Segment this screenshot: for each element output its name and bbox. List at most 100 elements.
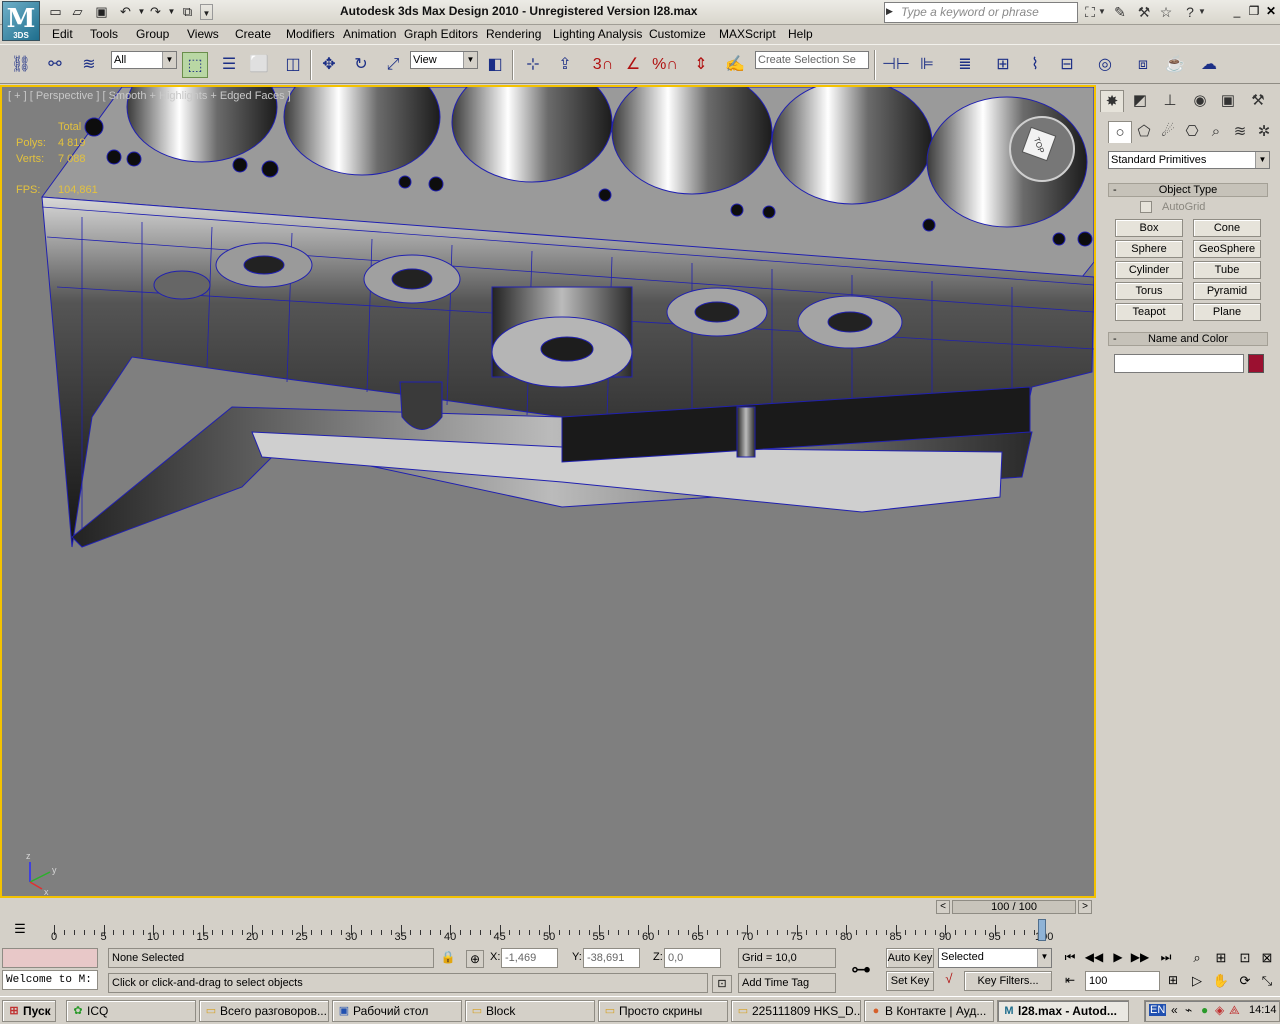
open-file-icon[interactable]: ▱: [68, 3, 87, 21]
key-tangent-icon[interactable]: √: [938, 971, 960, 991]
x-coord-input[interactable]: -1,469: [501, 948, 558, 968]
align-icon[interactable]: ⊫: [914, 52, 940, 78]
orbit-icon[interactable]: ⟳: [1236, 973, 1254, 991]
go-to-start-icon[interactable]: ⏮: [1060, 950, 1080, 966]
cone-button[interactable]: Cone: [1193, 219, 1261, 237]
window-crossing-icon[interactable]: ◫: [280, 52, 306, 78]
autogrid-checkbox[interactable]: [1140, 201, 1152, 213]
save-file-icon[interactable]: ▣: [92, 3, 111, 21]
task-screenshots-folder[interactable]: ▭ Просто скрины: [598, 1000, 728, 1022]
curve-editor-icon[interactable]: ⌇: [1022, 52, 1048, 78]
torus-button[interactable]: Torus: [1115, 282, 1183, 300]
schematic-view-icon[interactable]: ⊟: [1054, 52, 1080, 78]
space-warps-icon[interactable]: ≋: [1228, 121, 1252, 143]
restore-icon[interactable]: ❐: [1246, 3, 1262, 19]
zoom-extents-all-icon[interactable]: ⊠: [1258, 950, 1276, 968]
current-frame-input[interactable]: 100: [1085, 971, 1160, 991]
select-by-name-icon[interactable]: ☰: [216, 52, 242, 78]
geosphere-button[interactable]: GeoSphere: [1193, 240, 1261, 258]
object-category-dropdown[interactable]: Standard Primitives ▼: [1108, 151, 1270, 169]
subscription-center-icon[interactable]: ✎: [1110, 2, 1130, 22]
absolute-mode-transform-icon[interactable]: ⊕: [466, 950, 484, 968]
menu-edit[interactable]: Edit: [52, 27, 73, 41]
lights-icon[interactable]: ☄: [1156, 121, 1180, 143]
menu-create[interactable]: Create: [235, 27, 271, 41]
edit-named-selection-icon[interactable]: ✍: [722, 52, 748, 78]
help-dropdown-icon[interactable]: ▼: [1198, 2, 1206, 22]
menu-customize[interactable]: Customize: [649, 27, 706, 41]
set-key-icon[interactable]: ⊶: [840, 948, 882, 992]
bind-to-space-warp-icon[interactable]: ≋: [76, 52, 102, 78]
acrobat-icon[interactable]: ⟁: [1229, 1003, 1240, 1018]
render-setup-icon[interactable]: ⧈: [1130, 52, 1156, 78]
go-to-end-icon[interactable]: ⏭: [1156, 950, 1176, 966]
zoom-icon[interactable]: ⌕: [1188, 950, 1206, 968]
search-dropdown-icon[interactable]: ▼: [1098, 2, 1106, 22]
pan-view-icon[interactable]: ✋: [1212, 973, 1230, 991]
key-mode-toggle-icon[interactable]: ⇤: [1060, 973, 1080, 989]
zoom-extents-icon[interactable]: ⊡: [1236, 950, 1254, 968]
menu-tools[interactable]: Tools: [90, 27, 118, 41]
key-filters-button[interactable]: Key Filters...: [964, 971, 1052, 991]
select-and-link-icon[interactable]: ⛓: [8, 52, 34, 78]
helpers-icon[interactable]: ⌕: [1204, 121, 1228, 143]
current-time-marker[interactable]: [1038, 919, 1046, 941]
utilities-tab-icon[interactable]: ⚒: [1246, 90, 1270, 112]
task-conversations[interactable]: ▭ Всего разговоров...: [199, 1000, 329, 1022]
task-hks-folder[interactable]: ▭ 225111809 HKS_D...: [731, 1000, 861, 1022]
menu-maxscript[interactable]: MAXScript: [719, 27, 776, 41]
menu-modifiers[interactable]: Modifiers: [286, 27, 335, 41]
object-type-rollout[interactable]: - Object Type: [1108, 183, 1268, 197]
auto-key-button[interactable]: Auto Key: [886, 948, 934, 968]
network-icon[interactable]: ⌁: [1185, 1003, 1192, 1017]
name-and-color-rollout[interactable]: - Name and Color: [1108, 332, 1268, 346]
menu-graph-editors[interactable]: Graph Editors: [404, 27, 478, 41]
maxscript-listener-mini[interactable]: [2, 948, 98, 968]
perspective-viewport[interactable]: TOP z y x [ + ] [ Perspective ] [ Smooth…: [0, 85, 1096, 898]
engine-block-model[interactable]: TOP z y x: [2, 87, 1094, 896]
language-indicator[interactable]: EN: [1149, 1004, 1167, 1016]
layer-manager-icon[interactable]: ≣: [952, 52, 978, 78]
modify-tab-icon[interactable]: ◩: [1128, 90, 1152, 112]
cameras-icon[interactable]: ⎔: [1180, 121, 1204, 143]
play-icon[interactable]: ▶: [1108, 950, 1128, 966]
previous-frame-icon[interactable]: ◀◀: [1084, 950, 1104, 966]
select-and-rotate-icon[interactable]: ↻: [348, 52, 374, 78]
spinner-snap-icon[interactable]: ⇕: [688, 52, 714, 78]
motion-tab-icon[interactable]: ◉: [1188, 90, 1212, 112]
unlink-selection-icon[interactable]: ⚯: [42, 52, 68, 78]
time-tag-icon[interactable]: ⊡: [712, 975, 732, 993]
track-bar[interactable]: ☰ 0 5 10 15 20 25 30 35 40 45 50 55 60 65 70 75 80 85 90 95…: [0, 917, 1096, 945]
favorites-star-icon[interactable]: ☆: [1156, 2, 1176, 22]
keyboard-shortcut-override-icon[interactable]: ⇪: [552, 52, 578, 78]
minimize-icon[interactable]: _: [1229, 3, 1245, 19]
quick-render-icon[interactable]: ☁: [1196, 52, 1222, 78]
select-object-icon[interactable]: ⬚: [182, 52, 208, 78]
help-icon[interactable]: ?: [1180, 2, 1200, 22]
menu-views[interactable]: Views: [187, 27, 219, 41]
reference-coordinate-dropdown[interactable]: View ▼: [410, 51, 478, 69]
zoom-all-icon[interactable]: ⊞: [1212, 950, 1230, 968]
angle-snap-icon[interactable]: ∠: [620, 52, 646, 78]
close-icon[interactable]: ✕: [1263, 3, 1279, 19]
selection-filter-dropdown[interactable]: All ▼: [111, 51, 177, 69]
collapse-tray-icon[interactable]: «: [1171, 1003, 1178, 1017]
task-vkontakte-browser[interactable]: ● В Контакте | Ауд...: [864, 1000, 994, 1022]
display-tab-icon[interactable]: ▣: [1216, 90, 1240, 112]
menu-rendering[interactable]: Rendering: [486, 27, 541, 41]
pyramid-button[interactable]: Pyramid: [1193, 282, 1261, 300]
named-selection-set-input[interactable]: Create Selection Se: [755, 51, 869, 69]
next-frame-icon[interactable]: ▶▶: [1130, 950, 1150, 966]
task-icq[interactable]: ✿ ICQ: [66, 1000, 196, 1022]
pivot-point-center-icon[interactable]: ◧: [482, 52, 508, 78]
time-configuration-icon[interactable]: ⊞: [1164, 973, 1182, 989]
prev-frame-arrow-icon[interactable]: <: [936, 900, 950, 914]
time-slider[interactable]: < 100 / 100 >: [0, 898, 1096, 916]
select-and-scale-icon[interactable]: ⤢: [380, 52, 406, 78]
menu-animation[interactable]: Animation: [343, 27, 396, 41]
menu-help[interactable]: Help: [788, 27, 813, 41]
rectangular-selection-icon[interactable]: ⬜: [246, 52, 272, 78]
tray-app-icon[interactable]: ◈: [1215, 1003, 1224, 1017]
cylinder-button[interactable]: Cylinder: [1115, 261, 1183, 279]
next-frame-arrow-icon[interactable]: >: [1078, 900, 1092, 914]
